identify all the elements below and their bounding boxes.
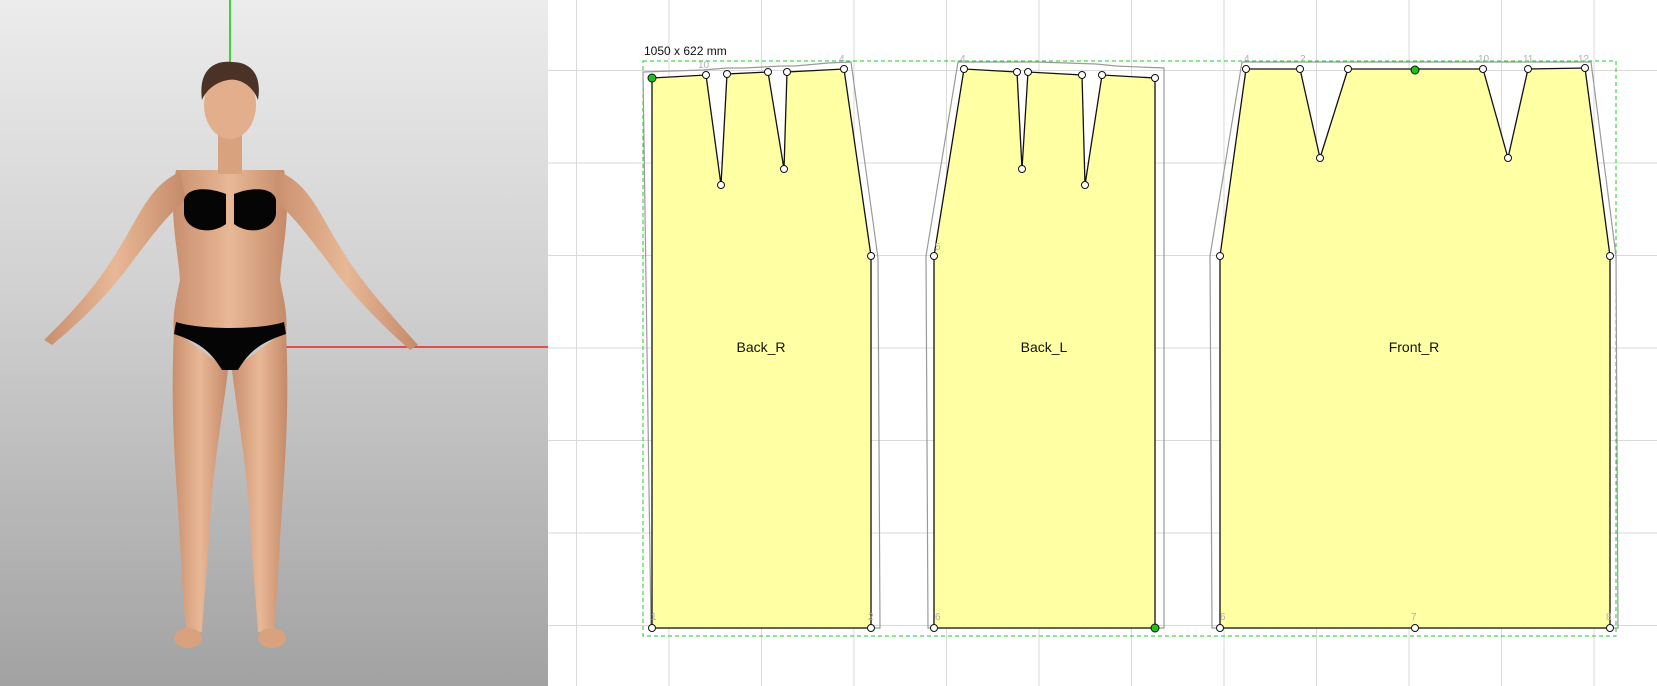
point-label: 7 <box>1411 612 1417 623</box>
3d-viewport[interactable] <box>0 0 548 686</box>
vertex-icon[interactable] <box>648 624 656 632</box>
vertex-icon[interactable] <box>1479 65 1487 73</box>
vertex-icon[interactable] <box>1316 154 1324 162</box>
vertex-icon[interactable] <box>1296 65 1304 73</box>
vertex-icon[interactable] <box>723 70 731 78</box>
point-label: 2 <box>868 612 874 623</box>
vertex-icon[interactable] <box>1581 64 1589 72</box>
vertex-icon[interactable] <box>1018 165 1026 173</box>
vertex-icon[interactable] <box>1524 65 1532 73</box>
pattern-canvas[interactable]: Back_R 1 2 10 4 Back_L 6 5 4 Front_R 4 2… <box>548 0 1657 686</box>
point-label: 12 <box>1578 54 1590 65</box>
pattern-piece-back-r[interactable]: Back_R 1 2 10 4 <box>642 54 881 632</box>
selected-vertex-icon[interactable] <box>1150 623 1160 633</box>
vertex-icon[interactable] <box>1344 65 1352 73</box>
vertex-icon[interactable] <box>764 68 772 76</box>
point-label: 8 <box>1606 612 1612 623</box>
vertex-icon[interactable] <box>840 65 848 73</box>
vertex-icon[interactable] <box>783 68 791 76</box>
avatar-scene <box>44 0 548 648</box>
point-label: 6 <box>935 612 941 623</box>
selected-vertex-icon[interactable] <box>647 73 657 83</box>
vertex-icon[interactable] <box>1013 68 1021 76</box>
point-label: 1 <box>651 612 657 623</box>
point-label: 10 <box>1478 54 1490 65</box>
vertex-icon[interactable] <box>867 252 875 260</box>
vertex-icon[interactable] <box>1024 68 1032 76</box>
vertex-icon[interactable] <box>960 65 968 73</box>
2d-pattern-viewport[interactable]: 1050 x 622 mm Back_R 1 2 10 4 Back_L 6 5… <box>548 0 1657 686</box>
vertex-icon[interactable] <box>1216 252 1224 260</box>
piece-name-front-r: Front_R <box>1389 339 1440 355</box>
vertex-icon[interactable] <box>1411 624 1419 632</box>
point-label: 10 <box>698 60 710 71</box>
vertex-icon[interactable] <box>1606 624 1614 632</box>
point-label: 11 <box>1523 54 1534 65</box>
vertex-icon[interactable] <box>1606 252 1614 260</box>
vertex-icon[interactable] <box>1098 71 1106 79</box>
vertex-icon[interactable] <box>1216 624 1224 632</box>
vertex-icon[interactable] <box>930 252 938 260</box>
point-label: 4 <box>960 54 966 65</box>
vertex-icon[interactable] <box>780 165 788 173</box>
piece-name-back-l: Back_L <box>1021 339 1068 355</box>
pattern-piece-back-l[interactable]: Back_L 6 5 4 <box>925 54 1165 633</box>
vertex-icon[interactable] <box>867 624 875 632</box>
vertex-icon[interactable] <box>1081 181 1089 189</box>
vertex-icon[interactable] <box>1504 154 1512 162</box>
selected-vertex-icon[interactable] <box>1410 65 1420 75</box>
avatar-model[interactable] <box>44 61 418 648</box>
point-label: 2 <box>1300 54 1306 65</box>
point-label: 5 <box>935 242 941 253</box>
vertex-icon[interactable] <box>1151 74 1159 82</box>
pattern-piece-front-r[interactable]: Front_R 4 2 10 11 12 7 6 8 <box>1209 54 1619 632</box>
point-label: 4 <box>839 54 845 65</box>
point-label: 6 <box>1220 612 1226 623</box>
vertex-icon[interactable] <box>702 71 710 79</box>
vertex-icon[interactable] <box>717 181 725 189</box>
vertex-icon[interactable] <box>1078 71 1086 79</box>
vertex-icon[interactable] <box>1242 65 1250 73</box>
piece-name-back-r: Back_R <box>736 339 785 355</box>
vertex-icon[interactable] <box>930 624 938 632</box>
point-label: 4 <box>1244 54 1250 65</box>
